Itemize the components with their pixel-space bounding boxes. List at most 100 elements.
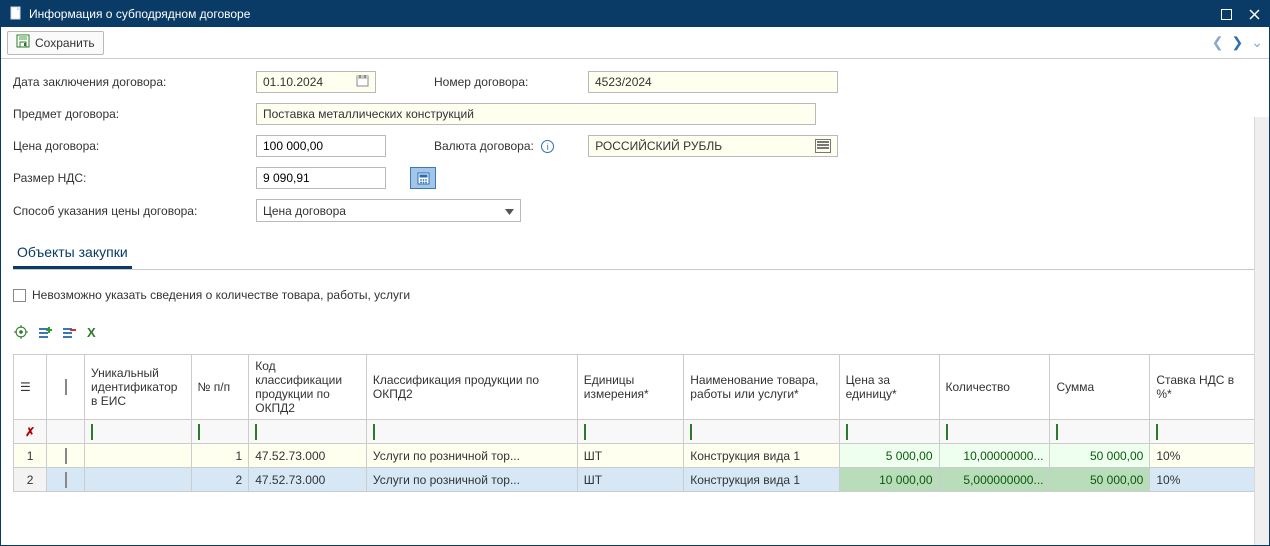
number-label: Номер договора: <box>434 75 574 89</box>
file-icon <box>9 6 23 23</box>
col-npp[interactable]: № п/п <box>191 355 249 420</box>
number-value: 4523/2024 <box>595 75 652 89</box>
cell-units[interactable]: ШТ <box>577 468 684 492</box>
filter-units[interactable] <box>577 420 684 444</box>
table-row[interactable]: 1 1 47.52.73.000 Услуги по розничной тор… <box>14 444 1257 468</box>
cell-npp[interactable]: 2 <box>191 468 249 492</box>
svg-text:X: X <box>87 325 96 339</box>
date-field[interactable]: 01.10.2024 <box>256 71 376 93</box>
filter-okpd-class[interactable] <box>366 420 577 444</box>
cell-okpd-class[interactable]: Услуги по розничной тор... <box>366 468 577 492</box>
filter-eis[interactable] <box>85 420 192 444</box>
currency-label: Валюта договора: i <box>434 139 554 154</box>
vat-input[interactable] <box>257 168 385 188</box>
objects-grid: ☰ Уникальный идентификатор в ЕИС № п/п К… <box>13 354 1257 492</box>
cell-okpd-code[interactable]: 47.52.73.000 <box>249 444 367 468</box>
table-row[interactable]: 2 2 47.52.73.000 Услуги по розничной тор… <box>14 468 1257 492</box>
date-value: 01.10.2024 <box>263 75 323 89</box>
subject-field[interactable]: Поставка металлических конструкций <box>256 103 816 125</box>
price-field[interactable] <box>256 135 386 157</box>
col-units[interactable]: Единицы измерения* <box>577 355 684 420</box>
filter-vat[interactable] <box>1150 420 1257 444</box>
row-index: 1 <box>14 444 47 468</box>
excel-export-icon[interactable]: X <box>85 324 101 340</box>
filter-qty[interactable] <box>939 420 1050 444</box>
price-label: Цена договора: <box>13 139 238 153</box>
dropdown-icon <box>505 204 514 218</box>
filter-sum[interactable] <box>1050 420 1150 444</box>
col-sum[interactable]: Сумма <box>1050 355 1150 420</box>
gear-icon[interactable] <box>13 324 29 340</box>
toolbar: Сохранить ❮ ❯ ⌄ <box>1 27 1269 59</box>
add-row-icon[interactable] <box>37 324 53 340</box>
price-mode-select[interactable]: Цена договора <box>256 199 521 222</box>
price-mode-value: Цена договора <box>263 204 346 218</box>
cell-name[interactable]: Конструкция вида 1 <box>684 468 839 492</box>
save-button[interactable]: Сохранить <box>7 31 104 55</box>
filter-okpd-code[interactable] <box>249 420 367 444</box>
cell-vat[interactable]: 10% <box>1150 444 1257 468</box>
currency-value: РОССИЙСКИЙ РУБЛЬ <box>595 139 722 153</box>
row-checkbox[interactable] <box>65 472 67 488</box>
currency-field[interactable]: РОССИЙСКИЙ РУБЛЬ <box>588 135 838 157</box>
chevron-down-icon[interactable]: ⌄ <box>1251 34 1263 51</box>
list-icon[interactable] <box>815 139 831 153</box>
tab-purchase-objects[interactable]: Объекты закупки <box>13 238 132 269</box>
number-field[interactable]: 4523/2024 <box>588 71 838 93</box>
subject-label: Предмет договора: <box>13 107 238 121</box>
flag-impossible-qty-checkbox[interactable] <box>13 289 26 302</box>
cell-qty[interactable]: 10,00000000... <box>939 444 1050 468</box>
app-window: Информация о субподрядном договоре Сохра… <box>0 0 1270 546</box>
grid-header-menu[interactable]: ☰ <box>14 355 47 420</box>
cell-npp[interactable]: 1 <box>191 444 249 468</box>
cell-sum[interactable]: 50 000,00 <box>1050 468 1150 492</box>
col-qty[interactable]: Количество <box>939 355 1050 420</box>
cell-unit-price[interactable]: 5 000,00 <box>839 444 939 468</box>
filter-unit-price[interactable] <box>839 420 939 444</box>
calendar-icon[interactable] <box>356 74 369 90</box>
col-name[interactable]: Наименование товара, работы или услуги* <box>684 355 839 420</box>
titlebar: Информация о субподрядном договоре <box>1 1 1269 27</box>
vertical-scrollbar[interactable] <box>1254 117 1269 545</box>
nav-prev-icon[interactable]: ❮ <box>1212 34 1224 51</box>
flag-impossible-qty-label: Невозможно указать сведения о количестве… <box>32 288 410 302</box>
grid-header-checkbox[interactable] <box>47 355 85 420</box>
window-title: Информация о субподрядном договоре <box>29 7 250 21</box>
filter-npp[interactable] <box>191 420 249 444</box>
cell-unit-price[interactable]: 10 000,00 <box>839 468 939 492</box>
price-input[interactable] <box>257 136 385 156</box>
price-mode-label: Способ указания цены договора: <box>13 204 238 218</box>
calc-button[interactable] <box>410 167 436 189</box>
cell-name[interactable]: Конструкция вида 1 <box>684 444 839 468</box>
cell-eis[interactable] <box>85 468 192 492</box>
maximize-button[interactable] <box>1219 7 1233 21</box>
delete-row-icon[interactable] <box>61 324 77 340</box>
row-index: 2 <box>14 468 47 492</box>
save-label: Сохранить <box>35 36 95 50</box>
row-checkbox[interactable] <box>65 448 67 464</box>
col-eis-id[interactable]: Уникальный идентификатор в ЕИС <box>85 355 192 420</box>
cell-okpd-class[interactable]: Услуги по розничной тор... <box>366 444 577 468</box>
vat-field[interactable] <box>256 167 386 189</box>
cell-units[interactable]: ШТ <box>577 444 684 468</box>
pin-icon[interactable]: ✗ <box>25 425 35 439</box>
cell-qty[interactable]: 5,000000000... <box>939 468 1050 492</box>
cell-sum[interactable]: 50 000,00 <box>1050 444 1150 468</box>
vat-label: Размер НДС: <box>13 171 238 185</box>
cell-vat[interactable]: 10% <box>1150 468 1257 492</box>
date-label: Дата заключения договора: <box>13 75 238 89</box>
nav-next-icon[interactable]: ❯ <box>1232 34 1244 51</box>
info-icon[interactable]: i <box>541 140 554 153</box>
filter-name[interactable] <box>684 420 839 444</box>
section-tabs: Объекты закупки <box>13 238 1257 270</box>
cell-eis[interactable] <box>85 444 192 468</box>
col-unit-price[interactable]: Цена за единицу* <box>839 355 939 420</box>
close-button[interactable] <box>1247 7 1261 21</box>
col-okpd-class[interactable]: Классификация продукции по ОКПД2 <box>366 355 577 420</box>
cell-okpd-code[interactable]: 47.52.73.000 <box>249 468 367 492</box>
col-okpd-code[interactable]: Код классификации продукции по ОКПД2 <box>249 355 367 420</box>
floppy-icon <box>16 34 30 51</box>
grid-toolbar: X <box>13 324 1257 340</box>
subject-value: Поставка металлических конструкций <box>263 107 474 121</box>
col-vat[interactable]: Ставка НДС в %* <box>1150 355 1257 420</box>
